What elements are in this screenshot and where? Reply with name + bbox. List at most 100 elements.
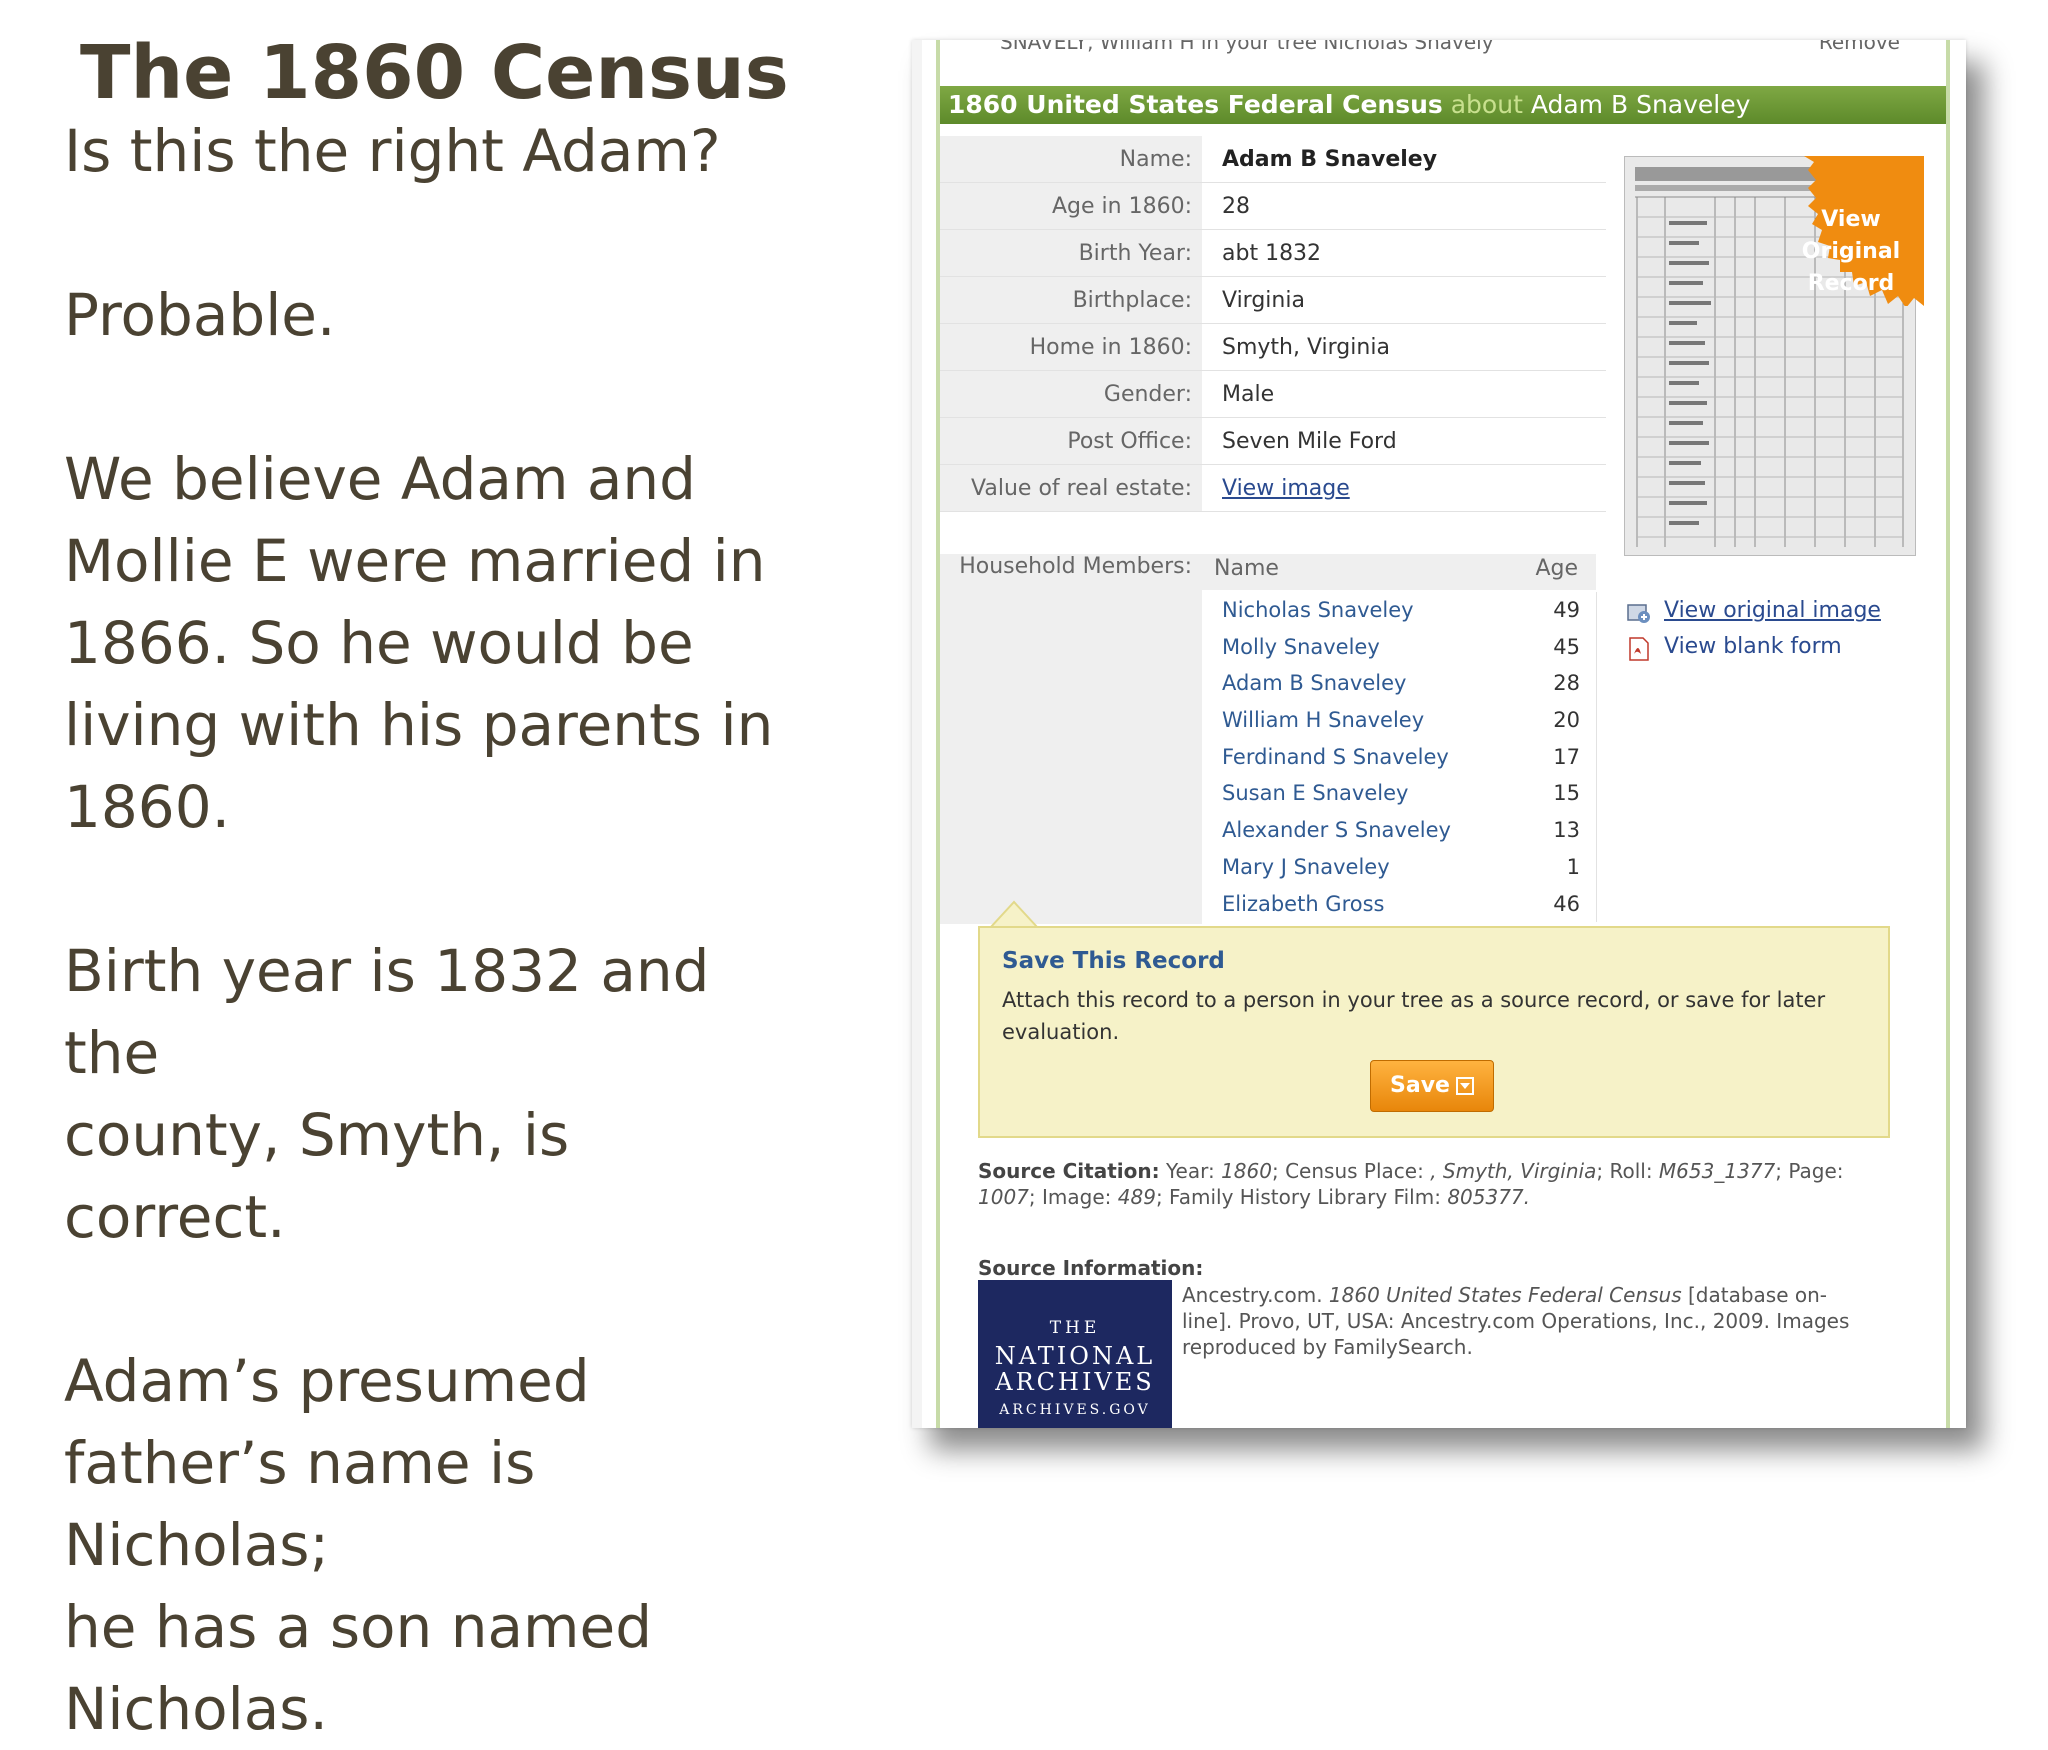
save-record-description: Attach this record to a person in your t… xyxy=(1002,988,1826,1044)
field-row: Home in 1860: Smyth, Virginia xyxy=(940,323,1606,371)
save-button[interactable]: Save xyxy=(1370,1060,1494,1112)
record-panel: SNAVELY, William H in your tree Nicholas… xyxy=(936,40,1950,1428)
citation-film-label: Family History Library Film: xyxy=(1169,1185,1441,1209)
dropdown-arrow-icon[interactable] xyxy=(1455,1077,1474,1095)
member-name-link[interactable]: Ferdinand S Snaveley xyxy=(1222,745,1449,769)
citation-place-label: Census Place: xyxy=(1285,1159,1424,1183)
para1-line: 1860. xyxy=(64,773,231,841)
member-age: 46 xyxy=(1553,891,1580,916)
member-name-link[interactable]: Elizabeth Gross xyxy=(1222,892,1384,916)
view-blank-form-link[interactable]: View blank form xyxy=(1664,634,1842,659)
citation-roll-label: Roll: xyxy=(1609,1159,1653,1183)
household-member-row[interactable]: Mary J Snaveley 1 xyxy=(1202,849,1596,886)
para3-line: Nicholas. xyxy=(64,1675,328,1743)
member-name-link[interactable]: Adam B Snaveley xyxy=(1222,671,1406,695)
citation-image-label: Image: xyxy=(1042,1185,1112,1209)
member-name-link[interactable]: Molly Snaveley xyxy=(1222,635,1380,659)
image-icon xyxy=(1627,604,1650,623)
question-text: Is this the right Adam? xyxy=(64,117,721,185)
save-record-box: Save This Record Attach this record to a… xyxy=(978,926,1890,1138)
view-image-link[interactable]: View image xyxy=(1222,476,1350,501)
member-age: 15 xyxy=(1553,781,1580,806)
household-member-row[interactable]: Nicholas Snaveley 49 xyxy=(1202,592,1596,629)
slide-body: Is this the right Adam? Probable. We bel… xyxy=(64,110,804,1750)
member-name-link[interactable]: William H Snaveley xyxy=(1222,708,1424,732)
pdf-icon xyxy=(1629,637,1649,661)
member-name-link[interactable]: Susan E Snaveley xyxy=(1222,781,1408,805)
household-member-row[interactable]: William H Snaveley 20 xyxy=(1202,702,1596,739)
remove-link[interactable]: Remove xyxy=(1819,40,1900,54)
field-row: Value of real estate: View image xyxy=(940,464,1606,512)
badge-text[interactable]: View Original Record xyxy=(1792,204,1910,300)
para3-line: father’s name is Nicholas; xyxy=(64,1429,536,1579)
view-original-image-link[interactable]: View original image xyxy=(1664,598,1881,623)
census-screenshot: SNAVELY, William H in your tree Nicholas… xyxy=(912,40,1966,1428)
field-label: Birth Year: xyxy=(940,229,1202,277)
household-label: Household Members: xyxy=(940,554,1202,924)
member-age: 13 xyxy=(1553,818,1580,843)
household-member-row[interactable]: Molly Snaveley 45 xyxy=(1202,629,1596,666)
badge-line: Original xyxy=(1801,239,1901,264)
logo-line: ARCHIVES.GOV xyxy=(999,1402,1151,1418)
member-name-link[interactable]: Alexander S Snaveley xyxy=(1222,818,1451,842)
field-label: Gender: xyxy=(940,370,1202,418)
source-citation: Source Citation: Year: 1860; Census Plac… xyxy=(978,1159,1844,1209)
member-age: 20 xyxy=(1553,708,1580,733)
household-col-age: Age xyxy=(1535,556,1578,581)
para1-line: Mollie E were married in xyxy=(64,527,766,595)
logo-line: ARCHIVES xyxy=(995,1368,1155,1396)
member-name-link[interactable]: Nicholas Snaveley xyxy=(1222,598,1414,622)
source-database-title: 1860 United States Federal Census xyxy=(1328,1283,1682,1307)
household-member-row[interactable]: Alexander S Snaveley 13 xyxy=(1202,812,1596,849)
field-label: Birthplace: xyxy=(940,276,1202,324)
field-row: Post Office: Seven Mile Ford xyxy=(940,417,1606,465)
badge-line: View xyxy=(1821,207,1881,232)
para1-line: living with his parents in xyxy=(64,691,774,759)
household-member-row[interactable]: Ferdinand S Snaveley 17 xyxy=(1202,739,1596,776)
field-value: Male xyxy=(1202,370,1606,418)
field-value: Seven Mile Ford xyxy=(1202,417,1606,465)
citation-film: 805377. xyxy=(1447,1185,1531,1209)
field-value: abt 1832 xyxy=(1202,229,1606,277)
source-publisher: Ancestry.com. xyxy=(1182,1283,1323,1307)
household-list: Nicholas Snaveley 49 Molly Snaveley 45 Ada… xyxy=(1202,592,1597,923)
tree-match-text: SNAVELY, William H in your tree Nicholas… xyxy=(1000,40,1494,54)
field-value: 28 xyxy=(1202,182,1606,230)
citation-roll: M653_1377 xyxy=(1658,1159,1776,1183)
citation-year: 1860 xyxy=(1221,1159,1272,1183)
logo-line: NATIONAL xyxy=(994,1342,1156,1370)
record-header-title: 1860 United States Federal Census xyxy=(948,90,1443,119)
record-header: 1860 United States Federal Census about … xyxy=(940,86,1946,124)
para2-line: Birth year is 1832 and the xyxy=(64,937,710,1087)
member-age: 28 xyxy=(1553,671,1580,696)
field-row: Gender: Male xyxy=(940,370,1606,418)
field-row: Age in 1860: 28 xyxy=(940,182,1606,230)
field-label: Home in 1860: xyxy=(940,323,1202,371)
national-archives-logo: THE NATIONAL ARCHIVES ARCHIVES.GOV xyxy=(978,1280,1172,1428)
source-information-label: Source Information: xyxy=(978,1256,1204,1280)
household-member-row[interactable]: Elizabeth Gross 46 xyxy=(1202,886,1596,923)
household-header: Name Age xyxy=(1202,554,1596,590)
badge-line: Record xyxy=(1807,271,1895,296)
field-row: Birth Year: abt 1832 xyxy=(940,229,1606,277)
field-value: Virginia xyxy=(1202,276,1606,324)
field-label: Value of real estate: xyxy=(940,464,1202,512)
field-value: Smyth, Virginia xyxy=(1202,323,1606,371)
logo-line: THE xyxy=(1049,1318,1101,1338)
para3-line: he has a son named xyxy=(64,1593,653,1661)
member-age: 49 xyxy=(1553,598,1580,622)
citation-image: 489 xyxy=(1117,1185,1156,1209)
field-row: Birthplace: Virginia xyxy=(940,276,1606,324)
household-member-row[interactable]: Adam B Snaveley 28 xyxy=(1202,665,1596,702)
field-value: Adam B Snaveley xyxy=(1202,136,1606,183)
member-name-link[interactable]: Mary J Snaveley xyxy=(1222,855,1390,879)
slide-title: The 1860 Census xyxy=(80,30,789,116)
field-label: Name: xyxy=(940,136,1202,183)
record-header-person: Adam B Snaveley xyxy=(1530,90,1751,119)
citation-page: 1007 xyxy=(978,1185,1029,1209)
save-record-title: Save This Record xyxy=(1002,948,1225,974)
household-member-row[interactable]: Susan E Snaveley 15 xyxy=(1202,775,1596,812)
member-age: 45 xyxy=(1553,634,1580,659)
member-age: 1 xyxy=(1566,854,1580,879)
field-label: Post Office: xyxy=(940,417,1202,465)
